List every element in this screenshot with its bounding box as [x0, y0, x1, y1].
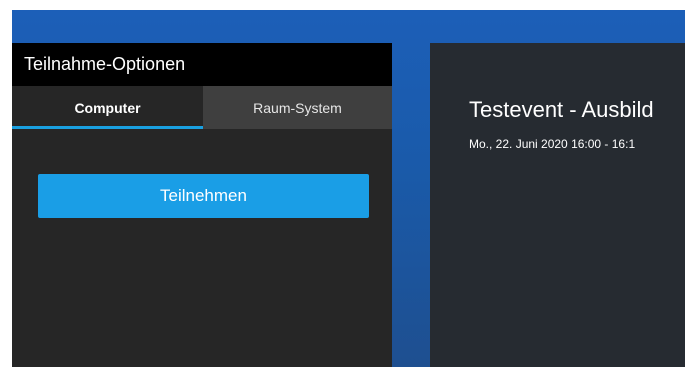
- join-button[interactable]: Teilnehmen: [38, 174, 369, 218]
- join-options-panel: Teilnahme-Optionen Computer Raum-System …: [12, 43, 392, 367]
- app-window: Teilnahme-Optionen Computer Raum-System …: [12, 10, 685, 367]
- event-title: Testevent - Ausbild: [469, 97, 654, 122]
- tab-computer[interactable]: Computer: [12, 86, 203, 129]
- tab-room-system[interactable]: Raum-System: [203, 86, 392, 129]
- join-options-title: Teilnahme-Optionen: [24, 54, 186, 74]
- join-options-header: Teilnahme-Optionen: [12, 43, 392, 86]
- event-info-panel: Testevent - Ausbild Mo., 22. Juni 2020 1…: [430, 43, 685, 367]
- event-datetime: Mo., 22. Juni 2020 16:00 - 16:1: [469, 137, 636, 151]
- join-options-tabs: Computer Raum-System: [12, 86, 392, 129]
